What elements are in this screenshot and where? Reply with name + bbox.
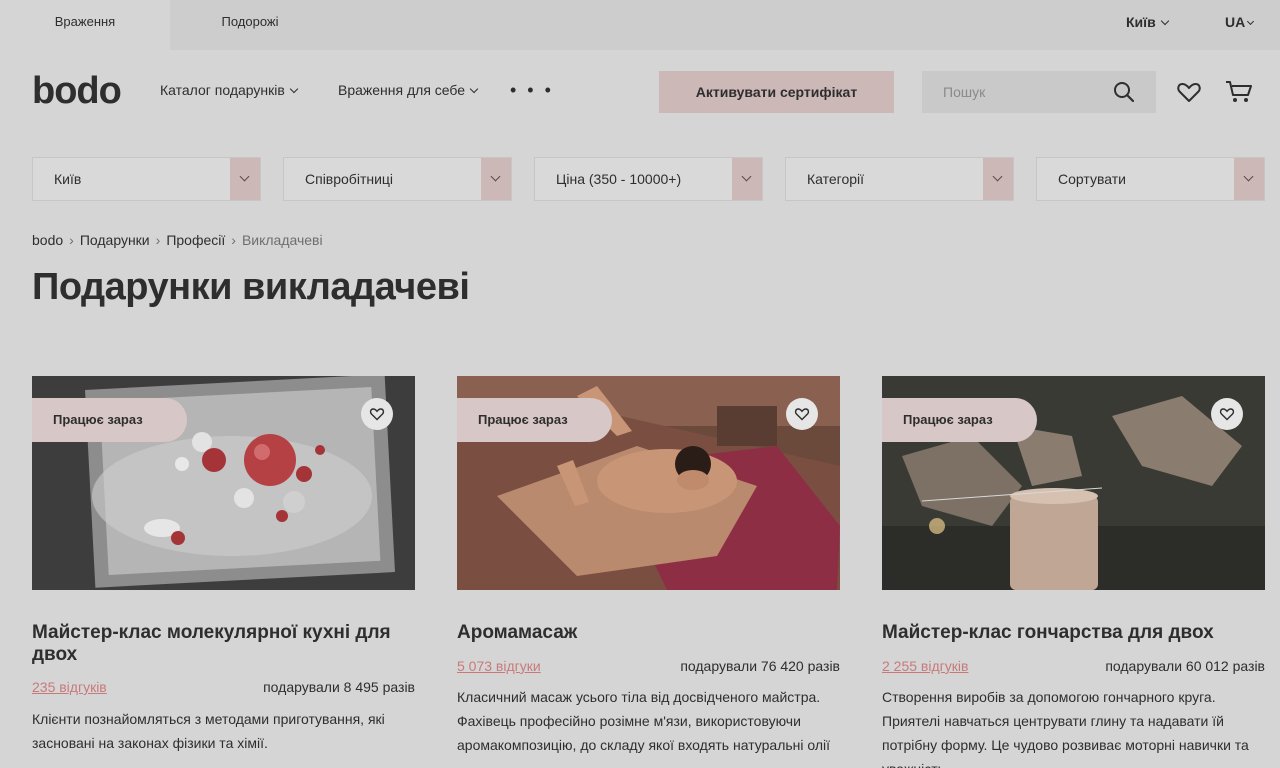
product-description: Клієнти познайомляться з методами пригот… <box>32 711 385 751</box>
gifted-count: подарували 76 420 разів <box>680 658 840 674</box>
language-selector[interactable]: UA <box>1225 14 1255 30</box>
city-label: Київ <box>1126 14 1156 30</box>
search-box <box>922 71 1156 113</box>
breadcrumb: bodo › Подарунки › Професії › Викладачеві <box>32 232 323 248</box>
product-image-massage[interactable]: Працює зараз <box>457 376 840 590</box>
filter-recipient-label: Співробітниці <box>305 171 394 187</box>
search-icon[interactable] <box>1112 80 1136 104</box>
favorite-button[interactable] <box>361 398 393 430</box>
product-image-molecular[interactable]: Працює зараз <box>32 376 415 590</box>
heart-icon[interactable] <box>1175 78 1203 106</box>
product-title[interactable]: Майстер-клас молекулярної кухні для двох <box>32 622 415 666</box>
product-image-pottery[interactable]: Працює зараз <box>882 376 1265 590</box>
product-card[interactable]: Працює зараз Майстер-клас гончарства для… <box>882 376 1265 768</box>
breadcrumb-item-professions[interactable]: Професії <box>166 232 225 248</box>
filter-sort[interactable]: Сортувати <box>1036 157 1265 201</box>
chevron-down-icon <box>732 158 762 200</box>
search-input[interactable] <box>922 71 1112 113</box>
filter-sort-label: Сортувати <box>1058 171 1126 187</box>
heart-icon <box>369 408 385 421</box>
city-selector[interactable]: Київ <box>1126 14 1169 30</box>
logo[interactable]: bodo <box>32 70 122 113</box>
chevron-down-icon <box>230 158 260 200</box>
nav-catalog[interactable]: Каталог подарунків <box>160 82 299 98</box>
status-badge: Працює зараз <box>457 398 612 442</box>
page-title: Подарунки викладачеві <box>32 266 470 308</box>
favorite-button[interactable] <box>786 398 818 430</box>
heart-icon <box>1219 408 1235 421</box>
tab-travel[interactable]: Подорожі <box>190 0 310 50</box>
cart-icon[interactable] <box>1224 78 1252 106</box>
product-description: Створення виробів за допомогою гончарног… <box>882 689 1249 768</box>
chevron-down-icon <box>983 158 1013 200</box>
breadcrumb-item-home[interactable]: bodo <box>32 232 63 248</box>
product-card[interactable]: Працює зараз Аромамасаж 5 073 відгуки по… <box>457 376 840 753</box>
product-title[interactable]: Майстер-клас гончарства для двох <box>882 622 1265 644</box>
breadcrumb-item-current: Викладачеві <box>241 232 323 248</box>
heart-icon <box>794 408 810 421</box>
product-description: Класичний масаж усього тіла від досвідче… <box>457 689 831 753</box>
nav-for-self-label: Враження для себе <box>338 82 466 98</box>
chevron-down-icon <box>1160 16 1169 26</box>
filter-recipient[interactable]: Співробітниці <box>283 157 512 201</box>
status-badge: Працює зараз <box>882 398 1037 442</box>
chevron-down-icon <box>1247 17 1255 26</box>
product-card[interactable]: Працює зараз Майстер-клас молекулярної к… <box>32 376 415 751</box>
filter-categories-label: Категорії <box>807 171 865 187</box>
gifted-count: подарували 8 495 разів <box>263 679 415 695</box>
nav-for-self[interactable]: Враження для себе <box>338 82 479 98</box>
top-strip: Враження Подорожі Київ UA <box>0 0 1280 50</box>
filter-categories[interactable]: Категорії <box>785 157 1014 201</box>
language-label: UA <box>1225 14 1246 30</box>
favorite-button[interactable] <box>1211 398 1243 430</box>
product-title[interactable]: Аромамасаж <box>457 622 840 644</box>
filter-price[interactable]: Ціна (350 - 10000+) <box>534 157 763 201</box>
chevron-down-icon <box>481 158 511 200</box>
chevron-down-icon <box>289 84 299 94</box>
filter-city[interactable]: Київ <box>32 157 261 201</box>
breadcrumb-separator: › <box>155 232 161 248</box>
filter-price-label: Ціна (350 - 10000+) <box>556 171 682 187</box>
tab-experiences[interactable]: Враження <box>0 0 170 50</box>
more-menu-button[interactable]: • • • <box>510 80 554 101</box>
activate-certificate-button[interactable]: Активувати сертифікат <box>659 71 894 113</box>
breadcrumb-item-gifts[interactable]: Подарунки <box>80 232 150 248</box>
reviews-link[interactable]: 235 відгуків <box>32 679 107 695</box>
gifted-count: подарували 60 012 разів <box>1105 658 1265 674</box>
chevron-down-icon <box>469 84 479 94</box>
nav-catalog-label: Каталог подарунків <box>160 82 285 98</box>
reviews-link[interactable]: 5 073 відгуки <box>457 658 541 674</box>
status-badge: Працює зараз <box>32 398 187 442</box>
breadcrumb-separator: › <box>231 232 236 248</box>
filter-city-label: Київ <box>54 171 82 187</box>
breadcrumb-separator: › <box>69 232 74 248</box>
reviews-link[interactable]: 2 255 відгуків <box>882 658 968 674</box>
chevron-down-icon <box>1234 158 1264 200</box>
